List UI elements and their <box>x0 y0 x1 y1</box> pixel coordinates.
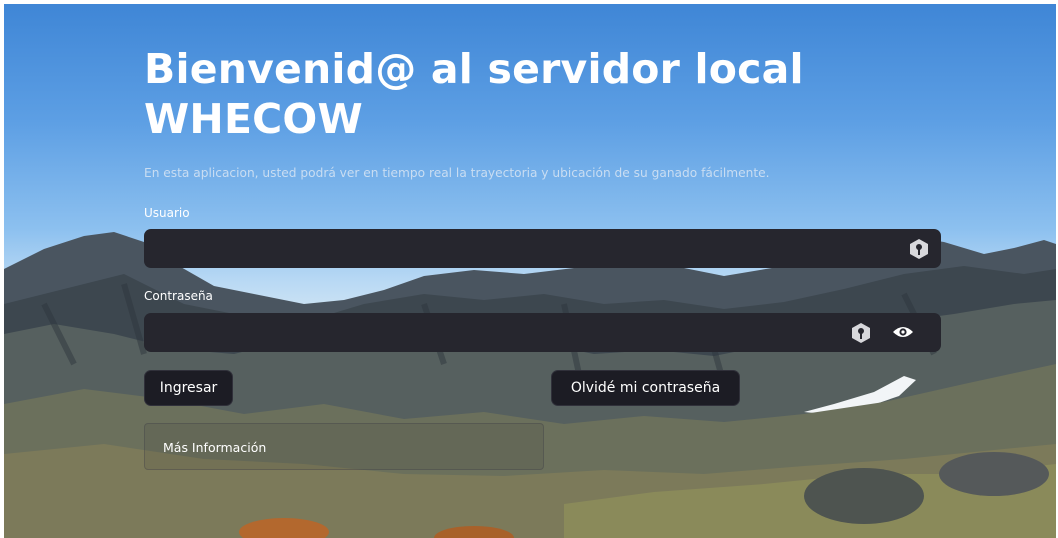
key-icon <box>910 239 928 259</box>
password-label: Contraseña <box>144 289 213 303</box>
page-title: Bienvenid@ al servidor local WHECOW <box>144 45 804 143</box>
forgot-password-button[interactable]: Olvidé mi contraseña <box>551 370 740 406</box>
more-info-label: Más Información <box>163 440 267 455</box>
username-input[interactable] <box>144 229 872 268</box>
key-icon <box>852 323 870 343</box>
more-info-expander[interactable]: Más Información <box>144 423 544 470</box>
username-field[interactable] <box>144 229 941 268</box>
app-frame: Bienvenid@ al servidor local WHECOW En e… <box>4 4 1056 538</box>
username-label: Usuario <box>144 206 190 220</box>
password-field[interactable] <box>144 313 941 352</box>
login-button[interactable]: Ingresar <box>144 370 233 406</box>
eye-icon[interactable] <box>892 324 914 340</box>
main-content: Bienvenid@ al servidor local WHECOW En e… <box>4 4 1056 538</box>
page-subtitle: En esta aplicacion, usted podrá ver en t… <box>144 166 770 180</box>
password-input[interactable] <box>144 313 872 352</box>
